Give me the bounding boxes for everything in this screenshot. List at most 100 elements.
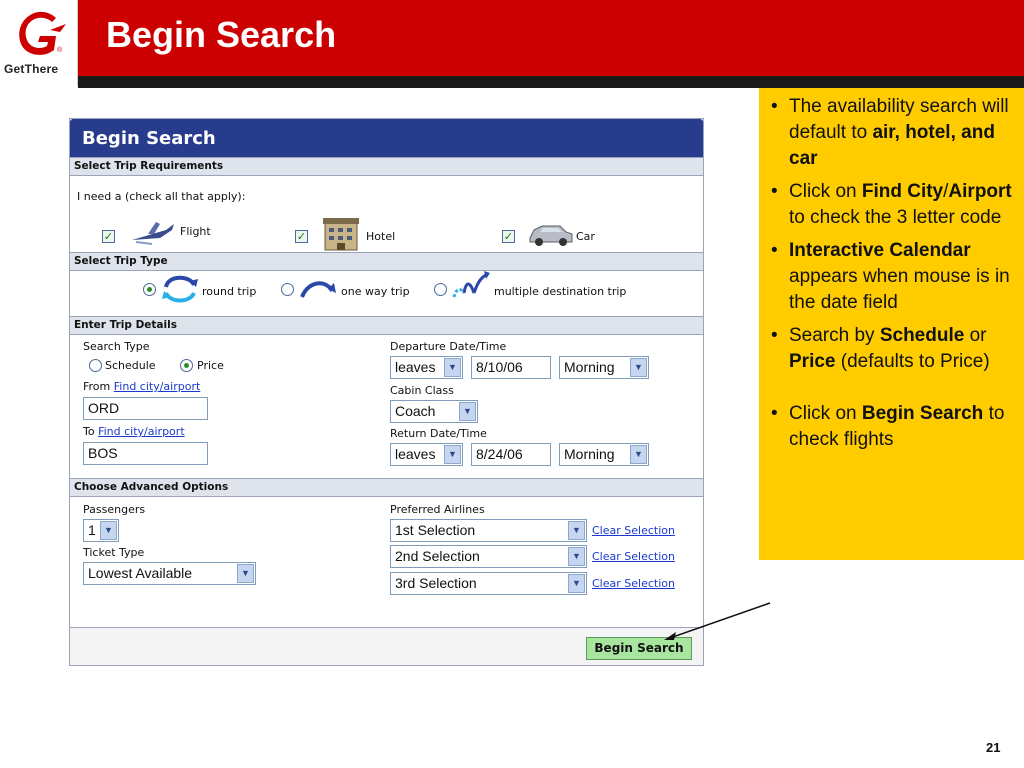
section-header-advanced-options: Choose Advanced Options [70,478,703,497]
header-divider [78,76,1024,88]
from-find-city-link[interactable]: Find city/airport [114,380,201,393]
note-emphasis: Begin Search [861,403,984,424]
car-checkbox[interactable]: ✓ [502,230,515,243]
section-header-trip-type: Select Trip Type [70,252,703,271]
search-type-label: Search Type [83,340,150,353]
departure-date-input[interactable]: 8/10/06 [471,356,551,379]
note-emphasis: Find City [861,181,944,202]
from-input[interactable]: ORD [83,397,208,420]
return-mode-select[interactable]: leaves ▼ [390,443,463,466]
schedule-label: Schedule [105,359,156,372]
airline-select-3[interactable]: 3rd Selection ▼ [390,572,587,595]
flight-checkbox[interactable]: ✓ [102,230,115,243]
panel-title: Begin Search [70,119,703,157]
svg-text:®: ® [57,46,63,54]
departure-time-select[interactable]: Morning ▼ [559,356,649,379]
to-find-city-link[interactable]: Find city/airport [98,425,185,438]
chevron-down-icon: ▼ [568,521,585,540]
schedule-radio[interactable] [89,359,102,372]
to-input[interactable]: BOS [83,442,208,465]
chevron-down-icon: ▼ [444,445,461,464]
departure-label: Departure Date/Time [390,340,507,353]
airline-select-1[interactable]: 1st Selection ▼ [390,519,587,542]
note-text: Click on [789,403,862,424]
note-text: or [964,325,987,346]
passengers-value: 1 [88,522,96,538]
slide-title: Begin Search [106,14,337,55]
header-bar: Begin Search [78,0,1024,76]
multiple-destination-icon [452,271,490,298]
to-field-label: To Find city/airport [83,425,185,438]
pointer-arrow-icon [664,602,771,640]
clear-selection-link-3[interactable]: Clear Selection [592,577,675,590]
chevron-down-icon: ▼ [630,358,647,377]
return-label: Return Date/Time [390,427,487,440]
chevron-down-icon: ▼ [568,547,585,566]
requirements-prompt: I need a (check all that apply): [77,190,246,203]
instruction-notes: The availability search will default to … [759,88,1024,560]
hotel-icon [323,218,359,251]
note-text: appears when mouse is in the date field [789,266,1010,313]
round-trip-icon [162,275,198,303]
passengers-select[interactable]: 1 ▼ [83,519,119,542]
return-date-input[interactable]: 8/24/06 [471,443,551,466]
chevron-down-icon: ▼ [568,574,585,593]
airline-1-value: 1st Selection [395,522,476,538]
multiple-destination-radio[interactable] [434,283,447,296]
section-header-trip-requirements: Select Trip Requirements [70,157,703,176]
chevron-down-icon: ▼ [444,358,461,377]
ticket-type-select[interactable]: Lowest Available ▼ [83,562,256,585]
flight-label: Flight [180,225,211,238]
cabin-class-value: Coach [395,403,436,419]
car-label: Car [576,230,595,243]
cabin-class-label: Cabin Class [390,384,454,397]
advanced-options-section: Passengers 1 ▼ Ticket Type Lowest Availab… [70,497,703,607]
trip-requirements-section: I need a (check all that apply): ✓ Fligh… [70,176,703,252]
section-header-trip-details: Enter Trip Details [70,316,703,335]
round-trip-radio[interactable] [143,283,156,296]
g-logo-icon: ® [19,11,66,55]
note-text: (defaults to Price) [835,351,990,372]
price-radio[interactable] [180,359,193,372]
one-way-trip-icon [300,281,336,298]
note-item: Click on Find City/Airport to check the … [771,179,1018,231]
passengers-label: Passengers [83,503,146,516]
clear-selection-link-1[interactable]: Clear Selection [592,524,675,537]
begin-search-panel: Begin Search Select Trip Requirements I … [69,118,704,666]
round-trip-label: round trip [202,285,257,298]
departure-time-value: Morning [564,359,615,375]
departure-mode-select[interactable]: leaves ▼ [390,356,463,379]
from-label: From [83,380,111,393]
slide: ® GetThere Begin Search Begin Search Sel… [0,0,1024,768]
return-time-select[interactable]: Morning ▼ [559,443,649,466]
ticket-type-value: Lowest Available [88,565,193,581]
airplane-icon [132,222,174,245]
clear-selection-link-2[interactable]: Clear Selection [592,550,675,563]
note-text: Search by [789,325,880,346]
note-item: Interactive Calendar appears when mouse … [771,238,1018,316]
cabin-class-select[interactable]: Coach ▼ [390,400,478,423]
airline-3-value: 3rd Selection [395,575,477,591]
note-text: Click on [789,181,862,202]
trip-type-section: round trip one way trip multiple destina… [70,271,703,316]
one-way-trip-radio[interactable] [281,283,294,296]
page-number: 21 [986,740,1001,755]
price-label: Price [197,359,224,372]
note-item: Click on Begin Search to check flights [771,401,1018,453]
airline-2-value: 2nd Selection [395,548,480,564]
multiple-destination-label: multiple destination trip [494,285,627,298]
chevron-down-icon: ▼ [459,402,476,421]
note-emphasis: Interactive Calendar [789,240,971,261]
note-text: to check the 3 letter code [789,207,1002,228]
getthere-logo: ® GetThere [0,0,78,86]
hotel-label: Hotel [366,230,396,243]
chevron-down-icon: ▼ [630,445,647,464]
car-icon [529,225,573,246]
preferred-airlines-label: Preferred Airlines [390,503,485,516]
airline-select-2[interactable]: 2nd Selection ▼ [390,545,587,568]
hotel-checkbox[interactable]: ✓ [295,230,308,243]
departure-mode-value: leaves [395,359,436,375]
trip-details-section: Search Type Schedule Price From Find cit… [70,335,703,478]
note-item: Search by Schedule or Price (defaults to… [771,323,1018,375]
logo-wordmark: GetThere [4,62,59,76]
